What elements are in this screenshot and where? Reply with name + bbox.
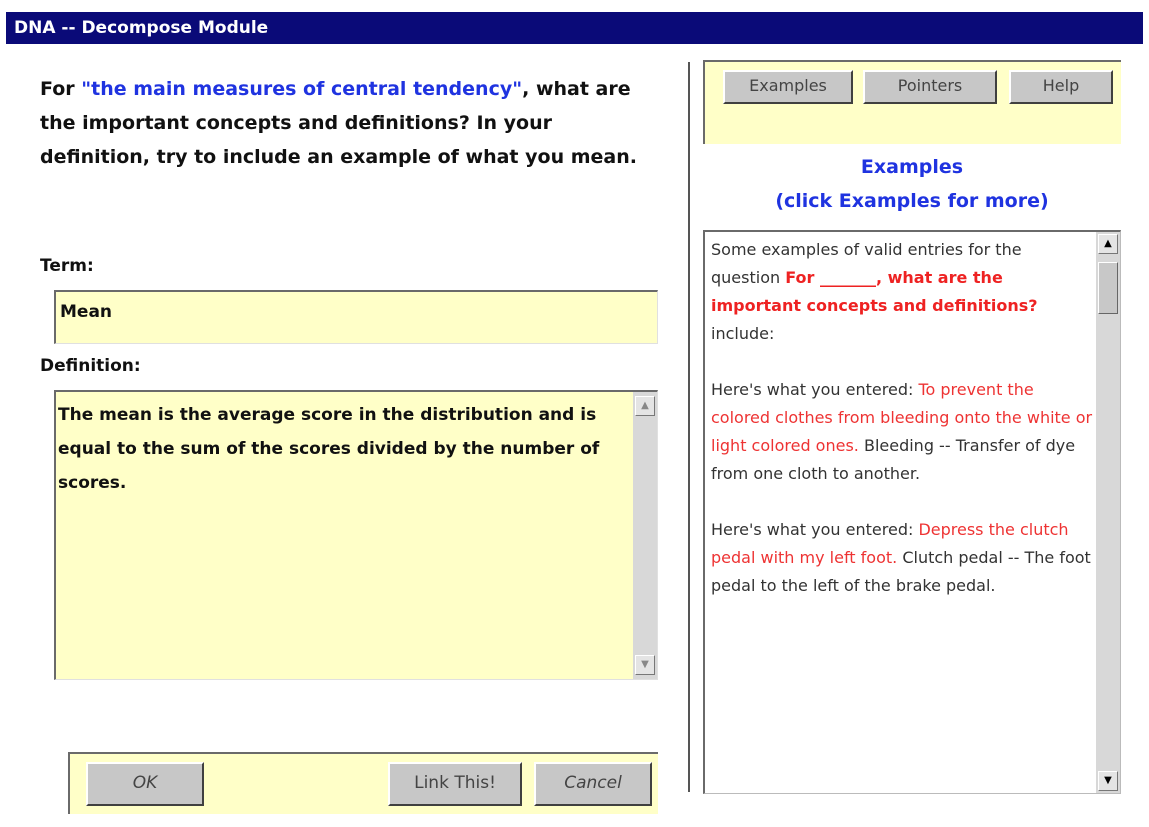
action-button-bar: OK Link This! Cancel xyxy=(68,752,658,814)
link-this-button[interactable]: Link This! xyxy=(388,762,522,806)
examples-list: Some examples of valid entries for the q… xyxy=(703,230,1121,794)
help-button[interactable]: Help xyxy=(1009,70,1113,104)
help-toolbar: Examples Pointers Help xyxy=(703,60,1121,144)
scroll-up-icon[interactable]: ▲ xyxy=(635,396,655,416)
definition-textarea[interactable]: The mean is the average score in the dis… xyxy=(54,390,658,680)
definition-scrollbar[interactable]: ▲ ▼ xyxy=(633,392,657,679)
term-input[interactable]: Mean xyxy=(54,290,658,344)
entry-prefix: Here's what you entered: xyxy=(711,520,919,539)
panel-divider xyxy=(688,62,690,792)
examples-content: Some examples of valid entries for the q… xyxy=(711,236,1095,600)
prompt-before: For xyxy=(40,78,82,100)
scroll-up-icon[interactable]: ▲ xyxy=(1098,234,1118,254)
definition-label: Definition: xyxy=(40,356,141,376)
example-entry: Here's what you entered: To prevent the … xyxy=(711,376,1095,488)
entry-prefix: Here's what you entered: xyxy=(711,380,919,399)
examples-intro: Some examples of valid entries for the q… xyxy=(711,236,1095,348)
pointers-button[interactable]: Pointers xyxy=(863,70,997,104)
question-prompt: For "the main measures of central tenden… xyxy=(40,72,650,174)
cancel-button[interactable]: Cancel xyxy=(534,762,652,806)
examples-scrollbar[interactable]: ▲ ▼ xyxy=(1096,232,1120,793)
scroll-down-icon[interactable]: ▼ xyxy=(635,655,655,675)
example-entry: Here's what you entered: Depress the clu… xyxy=(711,516,1095,600)
examples-button[interactable]: Examples xyxy=(723,70,853,104)
scroll-down-icon[interactable]: ▼ xyxy=(1098,771,1118,791)
scroll-thumb[interactable] xyxy=(1098,262,1118,314)
term-label: Term: xyxy=(40,256,94,276)
ok-button[interactable]: OK xyxy=(86,762,204,806)
intro-after: include: xyxy=(711,324,775,343)
examples-title: Examples xyxy=(860,156,964,178)
examples-heading: Examples (click Examples for more) xyxy=(703,150,1121,218)
window-title: DNA -- Decompose Module xyxy=(6,12,1143,44)
definition-text[interactable]: The mean is the average score in the dis… xyxy=(58,398,628,500)
prompt-topic: "the main measures of central tendency" xyxy=(81,78,523,100)
title-bar: DNA -- Decompose Module xyxy=(0,0,1149,46)
examples-subtitle: (click Examples for more) xyxy=(775,190,1049,212)
